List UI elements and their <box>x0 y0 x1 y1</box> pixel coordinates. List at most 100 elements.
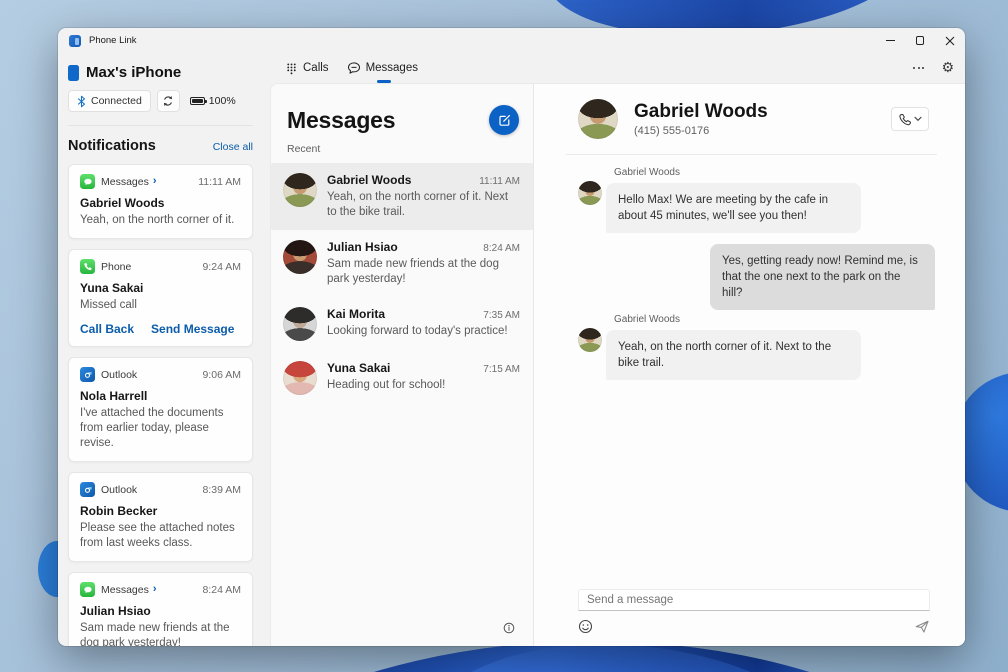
notification-card[interactable]: Messages › 11:11 AM Gabriel Woods Yeah, … <box>68 164 253 239</box>
chevron-right-icon: › <box>152 175 157 187</box>
card-header: Outlook 8:39 AM <box>80 482 241 497</box>
new-message-button[interactable] <box>489 105 519 135</box>
app-name: Messages <box>101 583 149 596</box>
battery-icon <box>189 97 207 105</box>
device-status-row: Connected 100% <box>68 90 253 112</box>
conversation-item[interactable]: Kai Morita 7:35 AM Looking forward to to… <box>271 297 533 351</box>
messages-app-icon <box>80 174 95 189</box>
main-area: Calls Messages ⚙ Messages Recent Gabriel… <box>270 53 965 646</box>
emoji-button[interactable] <box>578 619 593 634</box>
conversation-preview: Sam made new friends at the dog park yes… <box>327 258 499 285</box>
incoming-message-group: Gabriel Woods Yeah, on the north corner … <box>578 314 935 380</box>
composer-actions <box>578 619 930 634</box>
notification-text: I've attached the documents from earlier… <box>80 407 224 449</box>
notification-card[interactable]: Messages › 8:24 AM Julian Hsiao Sam made… <box>68 572 253 646</box>
conversation-preview: Heading out for school! <box>327 379 446 391</box>
divider <box>68 125 253 126</box>
notification-card[interactable]: Phone 9:24 AM Yuna Sakai Missed call Cal… <box>68 249 253 347</box>
message-input[interactable] <box>578 589 930 611</box>
chat-header: Gabriel Woods (415) 555-0176 <box>534 84 965 139</box>
minimize-icon <box>885 39 895 42</box>
conversation-name: Gabriel Woods <box>327 173 412 187</box>
notification-text: Sam made new friends at the dog park yes… <box>80 622 230 646</box>
refresh-button[interactable] <box>156 90 180 112</box>
send-button[interactable] <box>914 619 930 634</box>
phone-icon <box>899 113 911 125</box>
outlook-app-icon <box>80 367 95 382</box>
bluetooth-icon <box>77 95 86 107</box>
refresh-icon <box>164 96 173 106</box>
card-header: Messages › 11:11 AM <box>80 174 241 189</box>
composer <box>534 589 965 646</box>
titlebar: Phone Link <box>58 28 965 53</box>
app-name: Outlook <box>101 483 138 496</box>
app-name: Outlook <box>101 368 138 381</box>
tab-messages-label: Messages <box>365 62 418 74</box>
device-name: Max's iPhone <box>86 64 182 81</box>
conversation-item[interactable]: Yuna Sakai 7:15 AM Heading out for schoo… <box>271 351 533 405</box>
iphone-icon <box>68 64 79 81</box>
contact-identity: Gabriel Woods (415) 555-0176 <box>634 101 768 137</box>
conversation-item[interactable]: Julian Hsiao 8:24 AM Sam made new friend… <box>271 230 533 297</box>
contact-name: Gabriel Woods <box>634 101 768 122</box>
messages-panel-title: Messages <box>287 106 396 133</box>
call-back-link[interactable]: Call Back <box>80 322 134 336</box>
chat-bubble-icon <box>347 62 360 74</box>
notification-time: 9:24 AM <box>202 260 241 273</box>
header-actions: ⚙ <box>912 61 965 75</box>
chevron-down-icon <box>914 116 922 122</box>
conversation-item[interactable]: Gabriel Woods 11:11 AM Yeah, on the nort… <box>271 163 533 230</box>
maximize-icon <box>915 36 925 45</box>
info-button[interactable] <box>503 621 515 639</box>
incoming-message-group: Gabriel Woods Hello Max! We are meeting … <box>578 167 935 233</box>
send-message-link[interactable]: Send Message <box>151 322 234 336</box>
tab-calls[interactable]: Calls <box>276 56 338 80</box>
card-header: Messages › 8:24 AM <box>80 582 241 597</box>
notification-sender: Nola Harrell <box>80 389 148 403</box>
connected-status-pill[interactable]: Connected <box>68 90 151 112</box>
recent-section-label: Recent <box>287 143 321 155</box>
call-button[interactable] <box>891 107 929 131</box>
notification-card[interactable]: Outlook 9:06 AM Nola Harrell I've attach… <box>68 357 253 462</box>
maximize-button[interactable] <box>905 28 935 53</box>
more-icon[interactable] <box>912 66 925 70</box>
close-icon <box>945 36 955 45</box>
close-button[interactable] <box>935 28 965 53</box>
tab-bar: Calls Messages <box>276 56 427 80</box>
avatar <box>578 328 602 352</box>
sidebar: Max's iPhone Connected 100% Notification… <box>58 53 270 646</box>
emoji-icon <box>578 619 593 634</box>
notifications-header: Notifications Close all <box>68 138 253 154</box>
close-all-link[interactable]: Close all <box>213 141 253 153</box>
message-bubble-outgoing: Yes, getting ready now! Remind me, is th… <box>710 244 935 310</box>
message-bubble-incoming: Yeah, on the north corner of it. Next to… <box>606 330 861 380</box>
notification-text: Yeah, on the north corner of it. <box>80 214 235 226</box>
conversations-header: Messages <box>271 84 533 135</box>
outgoing-message-group: Yes, getting ready now! Remind me, is th… <box>578 244 935 310</box>
notification-sender: Robin Becker <box>80 504 158 518</box>
settings-gear-icon[interactable]: ⚙ <box>941 61 954 75</box>
notification-sender: Gabriel Woods <box>80 196 165 210</box>
compose-icon <box>498 114 510 126</box>
notification-time: 9:06 AM <box>202 368 241 381</box>
phone-app-icon <box>80 259 95 274</box>
info-icon <box>503 622 515 634</box>
minimize-button[interactable] <box>875 28 905 53</box>
notification-sender: Yuna Sakai <box>80 281 144 295</box>
conversation-name: Kai Morita <box>327 307 386 321</box>
avatar <box>283 361 317 395</box>
conversation-item-body: Gabriel Woods 11:11 AM Yeah, on the nort… <box>327 173 520 220</box>
app-name: Phone <box>101 260 132 273</box>
chat-pane: Gabriel Woods (415) 555-0176 Gabriel Woo… <box>534 84 965 646</box>
connected-label: Connected <box>91 95 142 107</box>
dialpad-icon <box>287 62 296 74</box>
notification-text: Missed call <box>80 299 137 311</box>
conversation-time: 7:35 AM <box>483 310 520 321</box>
app-name: Messages <box>101 175 149 188</box>
notification-sender: Julian Hsiao <box>80 604 151 618</box>
notification-card[interactable]: Outlook 8:39 AM Robin Becker Please see … <box>68 472 253 562</box>
avatar <box>578 99 618 139</box>
window-title: Phone Link <box>89 35 137 46</box>
tab-messages[interactable]: Messages <box>338 56 427 80</box>
conversation-item-body: Julian Hsiao 8:24 AM Sam made new friend… <box>327 240 520 287</box>
